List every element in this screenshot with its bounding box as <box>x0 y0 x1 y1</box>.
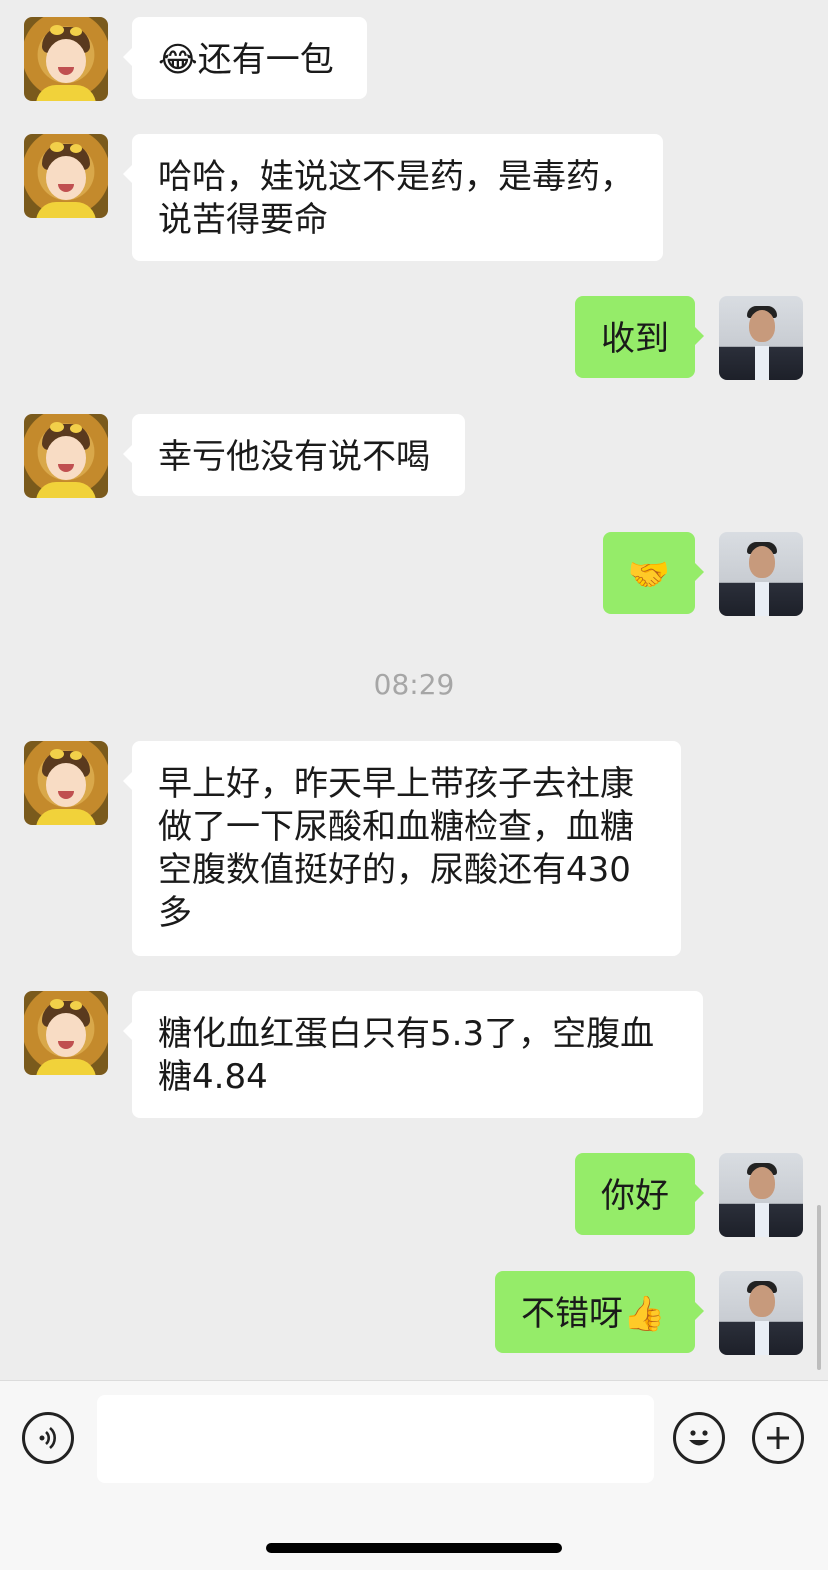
voice-icon <box>39 1427 56 1449</box>
emoji-icon <box>689 1430 709 1446</box>
message-bubble[interactable]: 收到 <box>575 296 704 378</box>
man-avatar[interactable] <box>719 296 803 380</box>
message-row: 收到 <box>0 296 828 380</box>
message-bubble[interactable]: 糖化血红蛋白只有5.3了，空腹血糖4.84 <box>123 991 703 1118</box>
scrollbar[interactable] <box>817 1205 821 1370</box>
message-row: 糖化血红蛋白只有5.3了，空腹血糖4.84 <box>0 991 828 1119</box>
man-avatar[interactable] <box>719 1271 803 1355</box>
message-text: 你好 <box>601 1176 669 1216</box>
message-row: 😂还有一包 <box>0 17 828 101</box>
message-bubble[interactable]: 😂还有一包 <box>123 17 367 99</box>
message-row: 幸亏他没有说不喝 <box>0 414 828 498</box>
man-avatar[interactable] <box>719 1153 803 1237</box>
message-row: 早上好，昨天早上带孩子去社康做了一下尿酸和血糖检查，血糖空腹数值挺好的，尿酸还有… <box>0 741 828 956</box>
man-avatar[interactable] <box>719 532 803 616</box>
message-input[interactable] <box>97 1395 654 1483</box>
message-text: 收到 <box>601 319 669 359</box>
baby-avatar[interactable] <box>24 991 108 1075</box>
message-bubble[interactable]: 哈哈，娃说这不是药，是毒药，说苦得要命 <box>123 134 663 261</box>
message-text: 糖化血红蛋白只有5.3了，空腹血糖4.84 <box>158 1014 655 1097</box>
baby-avatar[interactable] <box>24 741 108 825</box>
message-bubble[interactable]: 不错呀👍 <box>495 1271 704 1353</box>
message-row: 不错呀👍 <box>0 1271 828 1355</box>
plus-button[interactable] <box>752 1412 804 1464</box>
baby-avatar[interactable] <box>24 414 108 498</box>
handshake-emoji-icon: 🤝 <box>627 555 671 595</box>
message-text: 早上好，昨天早上带孩子去社康做了一下尿酸和血糖检查，血糖空腹数值挺好的，尿酸还有… <box>158 764 634 933</box>
message-text: 不错呀 <box>521 1294 623 1334</box>
message-row: 🤝 <box>0 532 828 616</box>
message-text: 哈哈，娃说这不是药，是毒药，说苦得要命 <box>158 157 634 240</box>
message-bubble[interactable]: 早上好，昨天早上带孩子去社康做了一下尿酸和血糖检查，血糖空腹数值挺好的，尿酸还有… <box>123 741 681 956</box>
voice-button[interactable] <box>22 1412 74 1464</box>
laughing-crying-emoji-icon: 😂 <box>158 40 198 80</box>
baby-avatar[interactable] <box>24 134 108 218</box>
chat-message-list[interactable]: 😂还有一包 哈哈，娃说这不是药，是毒药，说苦得要命 收到 幸亏他没有说不喝 🤝 … <box>0 0 828 1380</box>
thumbs-up-emoji-icon: 👍 <box>623 1294 666 1334</box>
home-indicator <box>266 1543 562 1553</box>
message-timestamp: 08:29 <box>373 668 455 701</box>
emoji-button[interactable] <box>673 1412 725 1464</box>
baby-avatar[interactable] <box>24 17 108 101</box>
message-text: 还有一包 <box>197 40 334 80</box>
message-text: 幸亏他没有说不喝 <box>158 437 430 477</box>
message-bubble[interactable]: 🤝 <box>603 532 704 614</box>
input-bar <box>0 1380 828 1570</box>
message-bubble[interactable]: 幸亏他没有说不喝 <box>123 414 465 496</box>
message-bubble[interactable]: 你好 <box>575 1153 704 1235</box>
message-row: 你好 <box>0 1153 828 1237</box>
message-row: 哈哈，娃说这不是药，是毒药，说苦得要命 <box>0 134 828 262</box>
plus-icon <box>767 1427 789 1449</box>
